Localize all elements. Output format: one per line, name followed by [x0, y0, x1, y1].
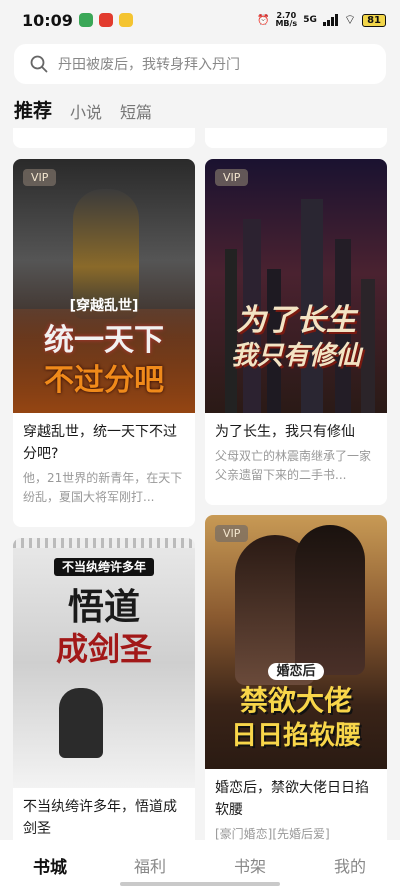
cover-title-line1: 悟道 [67, 587, 140, 628]
book-description: 父母双亡的林震南继承了一家父亲遗留下来的二手书... [215, 449, 372, 482]
book-card[interactable]: 不当纨绔许多年 悟道 成剑圣 不当纨绔许多年，悟道成剑圣 [13, 538, 195, 854]
vip-badge: VIP [215, 169, 249, 186]
category-tabs: 推荐 小说 短篇 [14, 96, 152, 123]
cover-tag: 不当纨绔许多年 [53, 558, 154, 576]
cover-tag: 婚恋后 [268, 663, 324, 680]
tab-novel[interactable]: 小说 [70, 99, 102, 123]
cover-title-line2: 成剑圣 [55, 630, 152, 668]
book-description: 他，21世界的新青年，在天下纷乱，夏国大将军刚打... [23, 471, 183, 504]
book-card[interactable]: VIP [穿越乱世] 统一天下 不过分吧 穿越乱世，统一天下不过分吧? 他，21… [13, 159, 195, 527]
app-notification-icon [78, 13, 93, 27]
search-icon [30, 55, 48, 73]
nav-mine[interactable]: 我的 [300, 840, 400, 889]
cover-figure [59, 688, 103, 758]
book-title: 婚恋后，禁欲大佬日日掐软腰 [215, 780, 369, 818]
cover-title-line2: 我只有修仙 [230, 341, 361, 371]
feed-column-right: VIP 为了长生 我只有修仙 为了长生，我只有修仙 父母双亡的林震南继承了一家父… [205, 128, 387, 865]
book-cover: VIP 为了长生 我只有修仙 [205, 159, 387, 413]
previous-card-tail [13, 128, 195, 148]
signal-type: 5G [303, 15, 317, 25]
cover-title-line1: 统一天下 [44, 323, 164, 358]
cover-title-line2: 不过分吧 [44, 363, 164, 398]
previous-card-tail [205, 128, 387, 148]
network-speed: 2.70 MB/s [275, 11, 298, 28]
home-indicator[interactable] [120, 882, 280, 886]
tab-short[interactable]: 短篇 [120, 99, 152, 123]
nav-bookstore[interactable]: 书城 [0, 840, 100, 889]
app-notification-icon [98, 13, 113, 27]
wifi-icon: ⌔ [343, 13, 357, 28]
cover-tag: [穿越乱世] [69, 298, 139, 314]
book-cover: VIP [穿越乱世] 统一天下 不过分吧 [13, 159, 195, 413]
search-placeholder: 丹田被废后，我转身拜入丹门 [58, 57, 240, 73]
book-card[interactable]: VIP 婚恋后 禁欲大佬 日日掐软腰 婚恋后，禁欲大佬日日掐软腰 [豪门婚恋][… [205, 515, 387, 865]
status-time: 10:09 [22, 10, 73, 30]
book-cover: 不当纨绔许多年 悟道 成剑圣 [13, 538, 195, 788]
vip-badge: VIP [215, 525, 249, 542]
search-bar[interactable]: 丹田被废后，我转身拜入丹门 [14, 44, 386, 84]
tab-recommend[interactable]: 推荐 [14, 96, 52, 123]
status-icons: ⏰ 2.70 MB/s 5G ⌔ 81 [257, 12, 386, 28]
cover-title-line1: 为了长生 [236, 303, 356, 338]
app-notification-icon [118, 13, 133, 27]
book-title: 穿越乱世，统一天下不过分吧? [23, 424, 177, 462]
vip-badge: VIP [23, 169, 57, 186]
cover-figure [295, 525, 365, 675]
alarm-icon: ⏰ [256, 14, 270, 26]
cover-binding [13, 538, 195, 548]
status-bar: 10:09 ⏰ 2.70 MB/s 5G ⌔ 81 [0, 0, 400, 40]
book-card[interactable]: VIP 为了长生 我只有修仙 为了长生，我只有修仙 父母双亡的林震南继承了一家父… [205, 159, 387, 505]
status-time-group: 10:09 [22, 11, 133, 30]
book-title: 不当纨绔许多年，悟道成剑圣 [23, 799, 177, 837]
battery-icon: 81 [362, 13, 386, 27]
book-title: 为了长生，我只有修仙 [215, 424, 355, 440]
signal-icon [322, 14, 338, 26]
cover-title-line1: 禁欲大佬 [239, 684, 352, 717]
feed-column-left: VIP [穿越乱世] 统一天下 不过分吧 穿越乱世，统一天下不过分吧? 他，21… [13, 128, 195, 854]
book-cover: VIP 婚恋后 禁欲大佬 日日掐软腰 [205, 515, 387, 769]
cover-title-line2: 日日掐软腰 [230, 721, 361, 751]
